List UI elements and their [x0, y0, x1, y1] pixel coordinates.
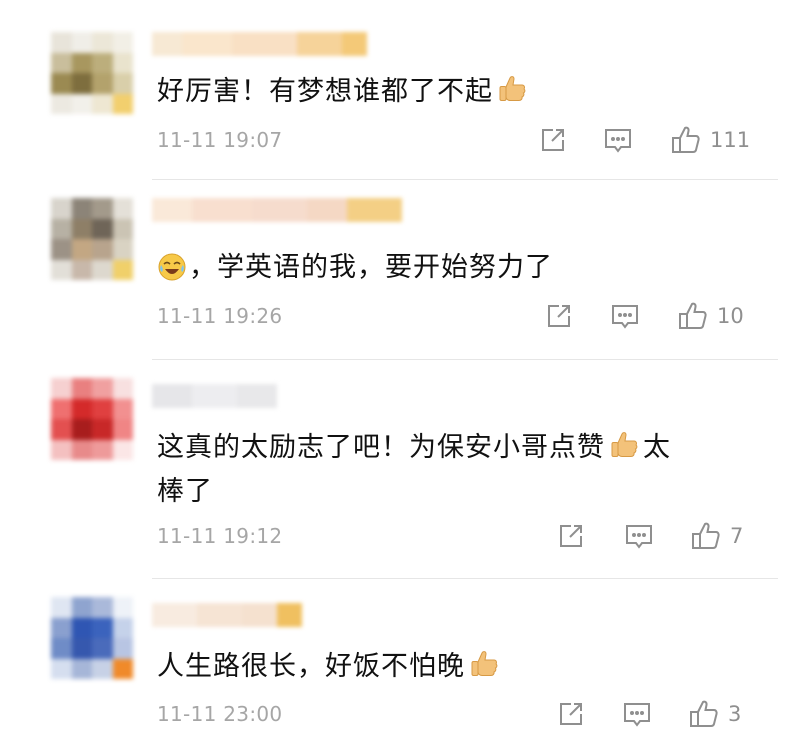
- like-count: 111: [710, 128, 751, 152]
- comment-item: ，学英语的我，要开始努力了 11-11 19:26 10: [0, 180, 800, 360]
- like-button[interactable]: 3: [688, 698, 741, 730]
- comment-time: 11-11 19:07: [157, 128, 283, 152]
- avatar[interactable]: [51, 378, 133, 460]
- share-icon: [560, 525, 582, 547]
- comment-icon: [612, 305, 638, 329]
- comment-time: 11-11 19:12: [157, 524, 283, 548]
- share-button[interactable]: [557, 520, 585, 552]
- like-button[interactable]: 111: [670, 124, 750, 156]
- comment-text: 好厉害！有梦想谁都了不起: [157, 70, 747, 114]
- comment-icon: [624, 703, 650, 727]
- thumbs-up-outline-icon: [692, 522, 720, 549]
- thumbs-up-outline-icon: [679, 302, 707, 329]
- like-count: 7: [730, 524, 744, 548]
- username-blurred[interactable]: [152, 32, 367, 56]
- comment-meta: 11-11 19:26 10: [0, 300, 800, 334]
- comment-button[interactable]: [610, 300, 640, 332]
- like-count: 3: [728, 702, 742, 726]
- comment-meta: 11-11 23:00 3: [0, 698, 800, 732]
- comment-text: 这真的太励志了吧！为保安小哥点赞太棒了: [157, 432, 671, 507]
- share-button[interactable]: [545, 300, 573, 332]
- laughing-crying-icon: [158, 253, 186, 281]
- username-blurred[interactable]: [152, 198, 402, 222]
- thumbs-up-icon: [471, 651, 498, 676]
- comment-button[interactable]: [624, 520, 654, 552]
- share-button[interactable]: [539, 124, 567, 156]
- comment-meta: 11-11 19:07 111: [0, 124, 800, 158]
- share-icon: [560, 703, 582, 725]
- thumbs-up-icon: [611, 432, 638, 457]
- comment-icon: [626, 525, 652, 549]
- comment-item: 人生路很长，好饭不怕晚 11-11 23:00 3: [0, 579, 800, 743]
- comment-text: 人生路很长，好饭不怕晚: [157, 645, 747, 689]
- like-button[interactable]: 10: [677, 300, 744, 332]
- comment-time: 11-11 23:00: [157, 702, 283, 726]
- comment-meta: 11-11 19:12 7: [0, 520, 800, 554]
- thumbs-up-outline-icon: [672, 126, 700, 153]
- avatar[interactable]: [51, 198, 133, 280]
- comment-item: 这真的太励志了吧！为保安小哥点赞太棒了 11-11 19:12 7: [0, 360, 800, 580]
- comment-text: ，学英语的我，要开始努力了: [157, 246, 747, 290]
- comment-button[interactable]: [603, 124, 633, 156]
- comment-button[interactable]: [622, 698, 652, 730]
- username-blurred[interactable]: [152, 603, 302, 627]
- username-blurred[interactable]: [152, 384, 277, 408]
- thumbs-up-outline-icon: [690, 700, 718, 727]
- share-icon: [542, 129, 564, 151]
- avatar[interactable]: [51, 597, 133, 679]
- share-button[interactable]: [557, 698, 585, 730]
- like-button[interactable]: 7: [690, 520, 743, 552]
- comment-item: 好厉害！有梦想谁都了不起 11-11 19:07 111: [0, 0, 800, 180]
- like-count: 10: [717, 304, 744, 328]
- avatar[interactable]: [51, 32, 133, 114]
- comment-icon: [605, 129, 631, 153]
- thumbs-up-icon: [499, 76, 526, 101]
- comment-time: 11-11 19:26: [157, 304, 283, 328]
- share-icon: [548, 305, 570, 327]
